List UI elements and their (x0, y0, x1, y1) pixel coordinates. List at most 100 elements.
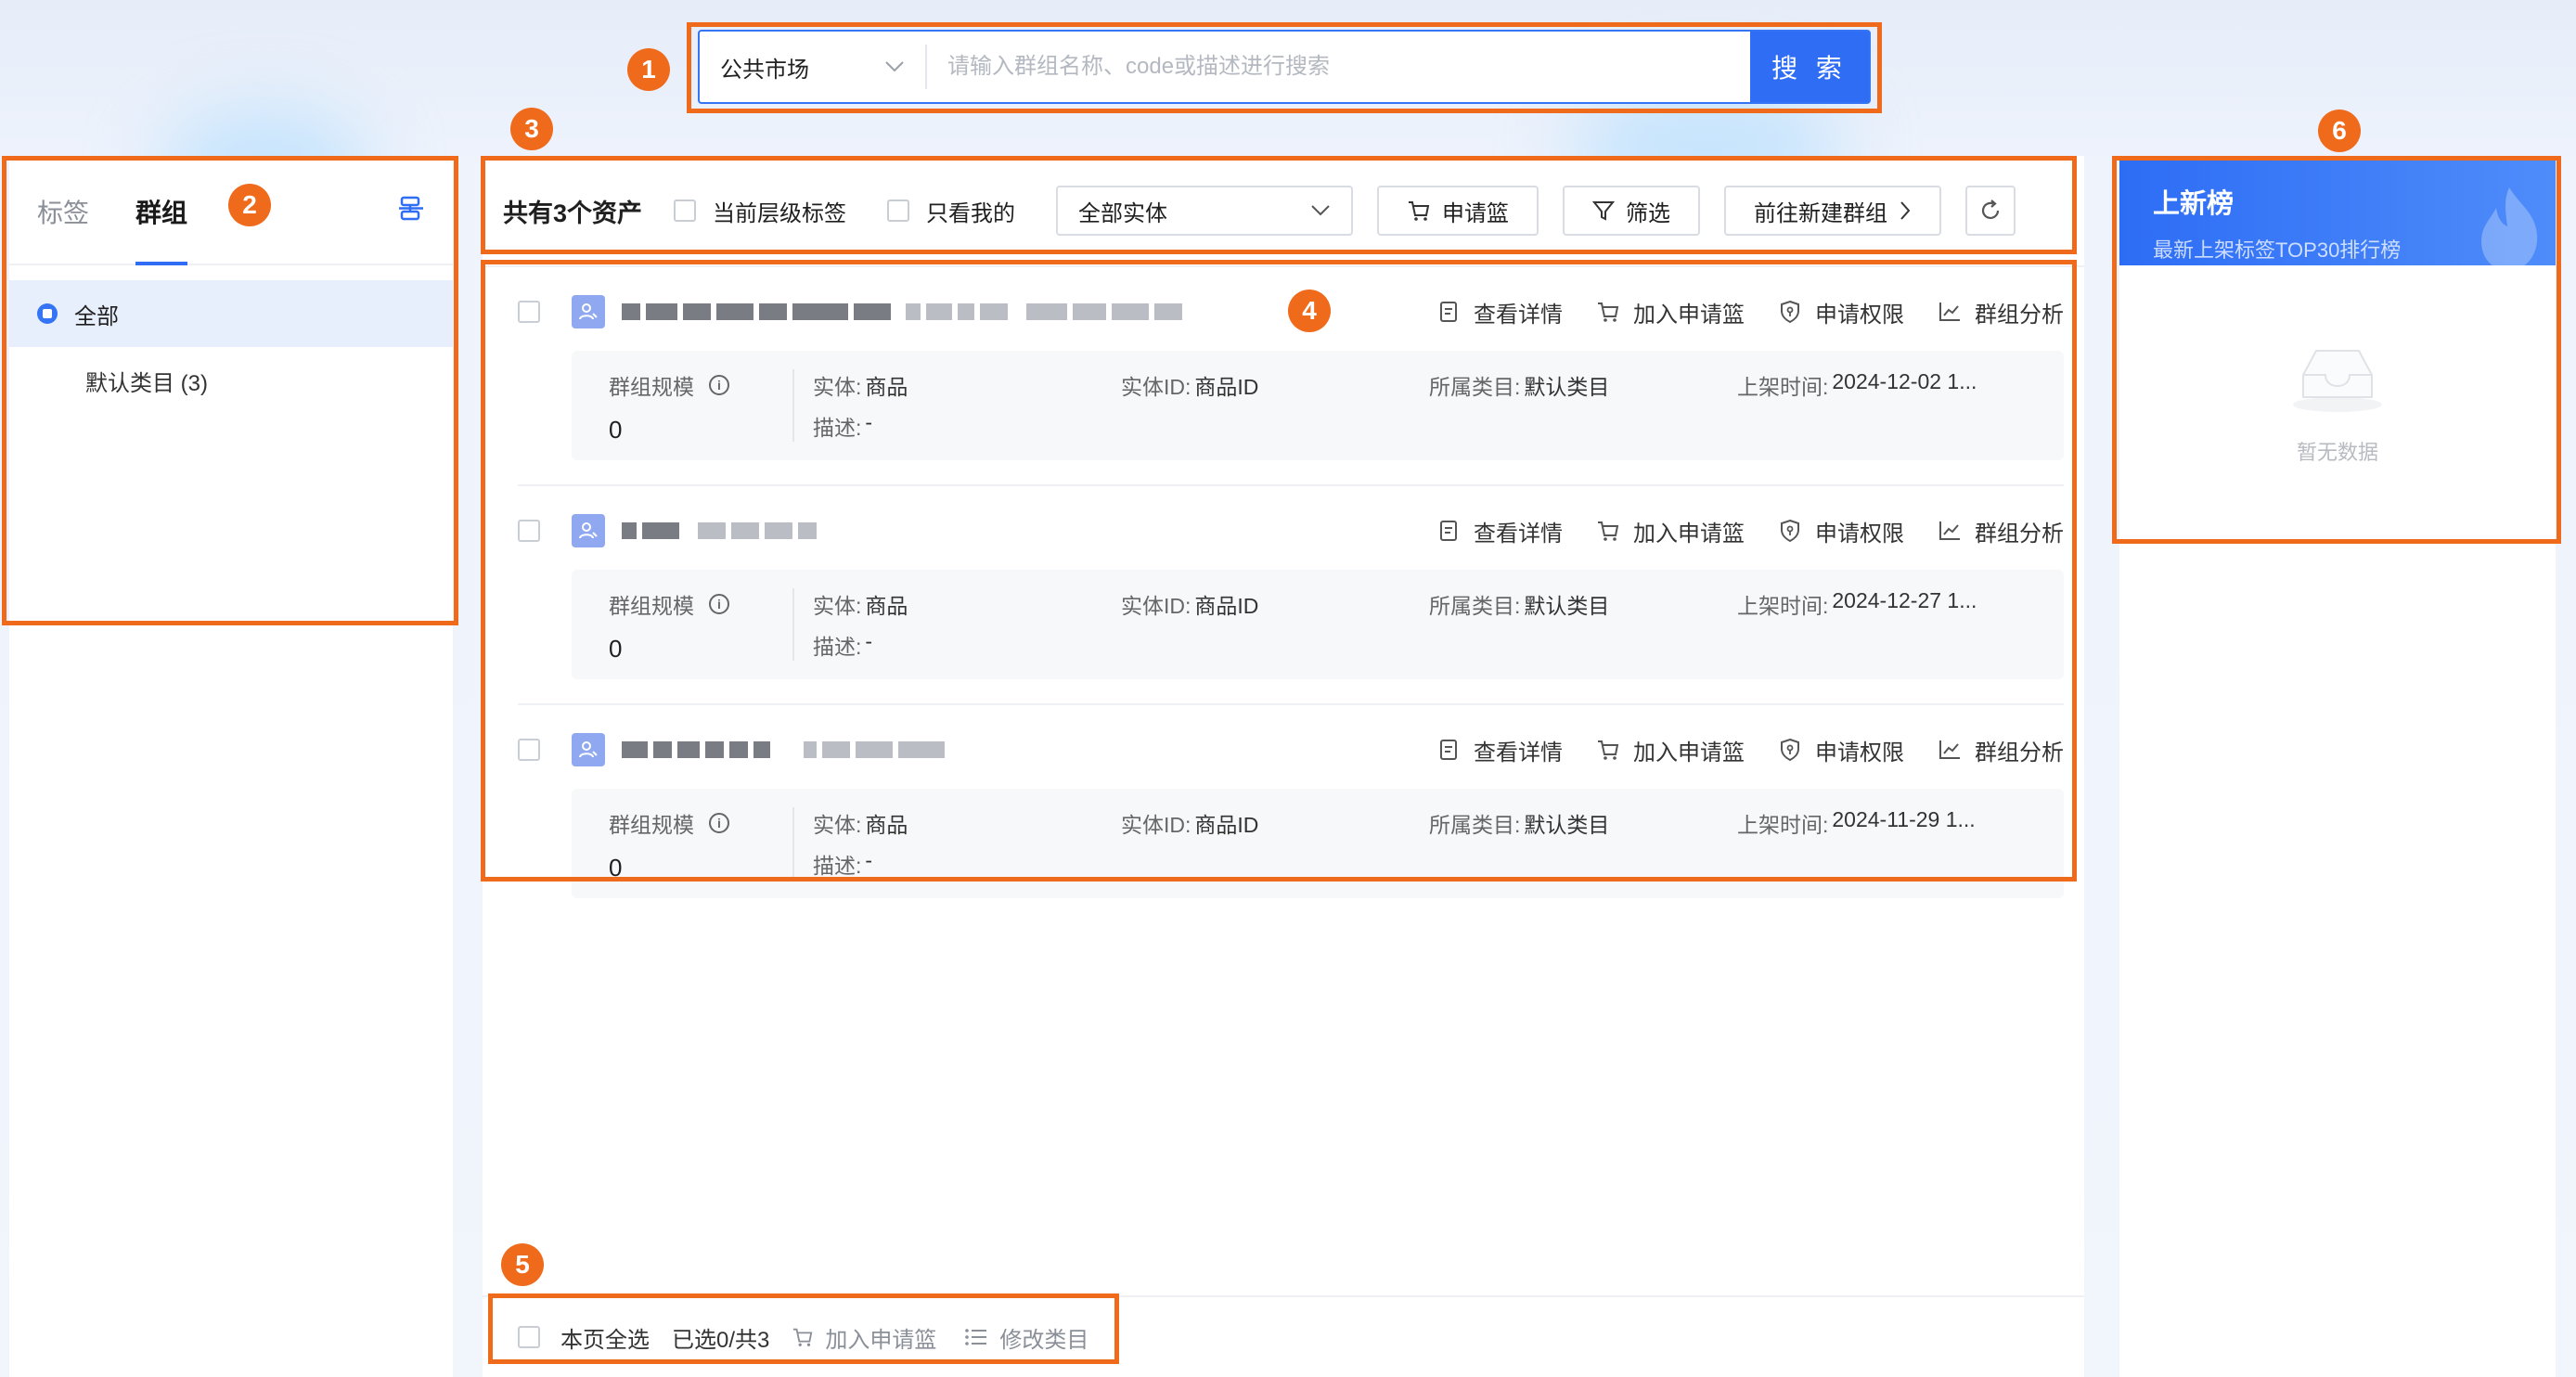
entity-select[interactable]: 全部实体 (1056, 186, 1354, 236)
item-checkbox[interactable] (518, 301, 540, 323)
current-level-filter[interactable]: 当前层级标签 (674, 195, 846, 227)
category-value: 默认类目 (1524, 813, 1610, 837)
asset-list: 查看详情 加入申请篮 申请权限 群组分析 群组规模 i 0 实体: 商品 描述:… (483, 267, 2084, 922)
time-label: 上架时间: (1737, 594, 1829, 618)
empty-state: 暂无数据 (2119, 265, 2556, 466)
action-label: 申请权限 (1815, 302, 1904, 328)
action-label: 查看详情 (1474, 740, 1563, 766)
search-bar: 公共市场 搜 索 (698, 30, 1871, 104)
tab-groups[interactable]: 群组 (135, 193, 188, 265)
action-label: 群组分析 (1975, 521, 2064, 547)
scale-value: 0 (609, 854, 623, 882)
desc-value: - (865, 848, 873, 872)
create-group-label: 前往新建群组 (1754, 200, 1888, 226)
entity-label: 实体: (813, 813, 862, 837)
group-avatar-icon (572, 295, 605, 328)
market-select[interactable]: 公共市场 (700, 45, 927, 89)
item-name-redacted[interactable] (622, 303, 1182, 320)
entity-id-label: 实体ID: (1121, 594, 1191, 618)
chevron-right-icon (1900, 201, 1911, 220)
item-name-redacted[interactable] (622, 522, 817, 539)
entity-value: 商品 (865, 375, 908, 399)
category-value: 默认类目 (1524, 375, 1610, 399)
category-sidebar: 标签 群组 全部 默认类目 (3) (9, 156, 453, 1377)
basket-button-label: 申请篮 (1442, 200, 1510, 226)
checkbox-label: 只看我的 (926, 200, 1016, 226)
shield-icon (1781, 738, 1799, 762)
item-checkbox[interactable] (518, 739, 540, 761)
entity-id-label: 实体ID: (1121, 813, 1191, 837)
ranking-header: 上新榜 最新上架标签TOP30排行榜 (2119, 156, 2556, 265)
search-input[interactable] (927, 32, 1750, 102)
scale-label: 群组规模 (609, 594, 694, 618)
create-group-button[interactable]: 前往新建群组 (1724, 186, 1942, 236)
chevron-down-icon (885, 61, 904, 72)
checkbox[interactable] (887, 199, 910, 222)
shield-icon (1781, 519, 1799, 543)
flame-icon (2481, 187, 2538, 265)
select-page-checkbox[interactable] (518, 1326, 540, 1348)
action-label: 群组分析 (1975, 740, 2064, 766)
document-icon (1440, 521, 1457, 541)
empty-text: 暂无数据 (2296, 441, 2378, 464)
action-label: 加入申请篮 (1633, 521, 1745, 547)
view-detail-action[interactable]: 查看详情 (1436, 296, 1563, 328)
new-listing-ranking: 上新榜 最新上架标签TOP30排行榜 暂无数据 (2119, 156, 2556, 1377)
search-button[interactable]: 搜 索 (1750, 32, 1869, 102)
time-label: 上架时间: (1737, 375, 1829, 399)
annotation-badge: 3 (510, 108, 553, 150)
refresh-button[interactable] (1965, 186, 2016, 236)
ranking-title: 上新榜 (2153, 189, 2235, 219)
basket-button[interactable]: 申请篮 (1377, 186, 1539, 236)
annotation-badge: 6 (2318, 109, 2361, 152)
tree-node-all[interactable]: 全部 (9, 280, 453, 347)
request-permission-action[interactable]: 申请权限 (1778, 734, 1904, 766)
checkbox-label: 当前层级标签 (713, 200, 847, 226)
empty-inbox-icon (2293, 350, 2382, 412)
cart-icon (1598, 740, 1619, 760)
item-checkbox[interactable] (518, 520, 540, 542)
filter-button-label: 筛选 (1626, 200, 1671, 226)
checkbox[interactable] (674, 199, 697, 222)
select-page-label[interactable]: 本页全选 (560, 1321, 650, 1354)
batch-add-basket-button[interactable]: 加入申请篮 (792, 1321, 936, 1354)
item-name-redacted[interactable] (622, 741, 945, 758)
group-avatar-icon (572, 514, 605, 547)
request-permission-action[interactable]: 申请权限 (1778, 515, 1904, 547)
entity-select-value: 全部实体 (1078, 200, 1168, 226)
entity-value: 商品 (865, 594, 908, 618)
tab-tags[interactable]: 标签 (37, 193, 89, 264)
tree-settings-icon[interactable] (397, 195, 425, 223)
modify-category-button[interactable]: 修改类目 (964, 1321, 1088, 1354)
desc-label: 描述: (813, 854, 862, 878)
entity-value: 商品 (865, 813, 908, 837)
tree-node-default-category[interactable]: 默认类目 (3) (9, 347, 453, 414)
group-analysis-action[interactable]: 群组分析 (1938, 734, 2064, 766)
only-mine-filter[interactable]: 只看我的 (887, 195, 1015, 227)
tree-node-label: 全部 (74, 303, 119, 329)
info-icon[interactable]: i (709, 594, 729, 614)
filter-button[interactable]: 筛选 (1563, 186, 1701, 236)
info-icon[interactable]: i (709, 375, 729, 395)
annotation-badge: 4 (1288, 290, 1331, 332)
group-analysis-action[interactable]: 群组分析 (1938, 515, 2064, 547)
entity-id-value: 商品ID (1194, 375, 1259, 399)
scale-label: 群组规模 (609, 375, 694, 399)
time-label: 上架时间: (1737, 813, 1829, 837)
view-detail-action[interactable]: 查看详情 (1436, 734, 1563, 766)
filter-icon (1592, 201, 1616, 221)
add-basket-action[interactable]: 加入申请篮 (1596, 296, 1745, 328)
action-label: 申请权限 (1815, 521, 1904, 547)
info-icon[interactable]: i (709, 813, 729, 833)
group-analysis-action[interactable]: 群组分析 (1938, 296, 2064, 328)
annotation-badge: 2 (228, 184, 271, 226)
list-item: 查看详情 加入申请篮 申请权限 群组分析 群组规模 i 0 实体: 商品 描述:… (518, 486, 2064, 705)
request-permission-action[interactable]: 申请权限 (1778, 296, 1904, 328)
list-item: 查看详情 加入申请篮 申请权限 群组分析 群组规模 i 0 实体: 商品 描述:… (518, 705, 2064, 922)
view-detail-action[interactable]: 查看详情 (1436, 515, 1563, 547)
refresh-icon (1981, 199, 2000, 219)
line-chart-icon (1939, 521, 1960, 540)
add-basket-action[interactable]: 加入申请篮 (1596, 734, 1745, 766)
category-label: 所属类目: (1429, 813, 1521, 837)
add-basket-action[interactable]: 加入申请篮 (1596, 515, 1745, 547)
